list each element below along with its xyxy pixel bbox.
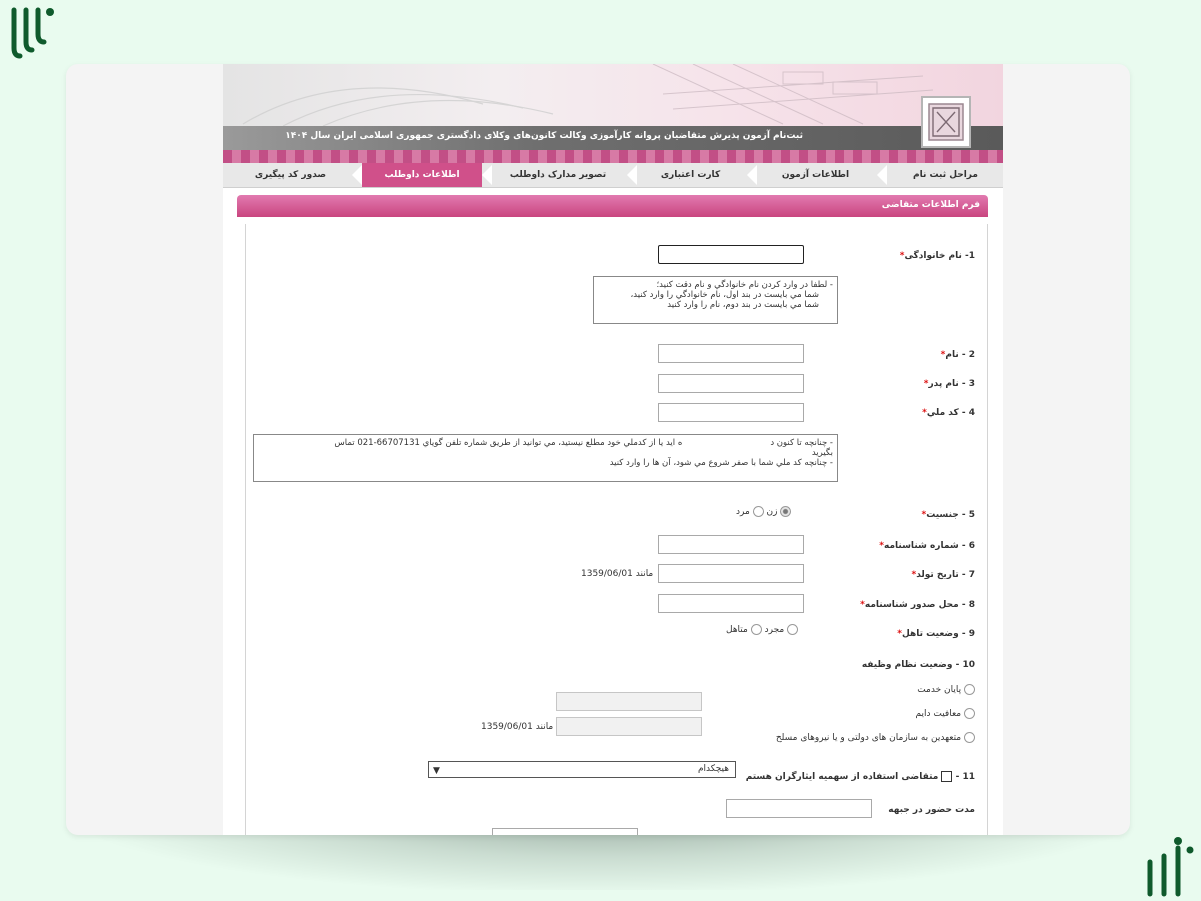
- nav-step-5-active[interactable]: اطلاعات داوطلب: [362, 163, 482, 187]
- field-label-gender: 5 - جنسیت*: [921, 510, 975, 520]
- marital-single-radio[interactable]: [787, 624, 799, 635]
- family-note: - لطفا در وارد کردن نام خانوادگي و نام د…: [593, 276, 838, 324]
- page-title: ثبت‌نام آزمون پذیرش متقاضیان پروانه کارآ…: [285, 131, 803, 141]
- chevron-icon: [352, 165, 362, 185]
- nav-step-3[interactable]: کارت اعتباری: [638, 163, 743, 187]
- national-code-note: - چنانچه تا کنون ده ايد يا از کدملي خود …: [253, 434, 838, 482]
- field-label-id-place: 8 - محل صدور شناسنامه*: [860, 600, 975, 610]
- id-place-input[interactable]: [658, 594, 804, 613]
- chevron-icon: [877, 165, 887, 185]
- name-input[interactable]: [658, 344, 804, 363]
- marital-options: مجرد متاهل: [726, 624, 799, 635]
- national-code-input[interactable]: [658, 403, 804, 422]
- form-area: 1- نام خانوادگی* - لطفا در وارد کردن نام…: [245, 224, 988, 835]
- form-header-title: فرم اطلاعات متقاضی: [881, 200, 980, 210]
- brand-logo-icon: [1147, 837, 1194, 897]
- military-option-2: معافیت دایم: [916, 708, 975, 719]
- screenshot-card: ثبت‌نام آزمون پذیرش متقاضیان پروانه کارآ…: [66, 64, 1130, 835]
- father-name-input[interactable]: [658, 374, 804, 393]
- quota-checkbox[interactable]: [941, 771, 953, 782]
- family-input[interactable]: [658, 245, 804, 264]
- field-label-military: 10 - وضعیت نظام وظیفه: [861, 660, 975, 670]
- decorative-strip: [223, 150, 1003, 163]
- brand-logo-icon: [11, 7, 54, 59]
- browser-page: ثبت‌نام آزمون پذیرش متقاضیان پروانه کارآ…: [223, 64, 1003, 835]
- nav-step-6[interactable]: صدور کد پیگیری: [233, 163, 348, 187]
- quota-select[interactable]: هیچکدام ▼: [428, 761, 736, 778]
- nav-step-4[interactable]: تصویر مدارک داوطلب: [493, 163, 623, 187]
- gender-options: زن مرد: [736, 506, 792, 517]
- chevron-icon: [747, 165, 757, 185]
- gender-male-radio[interactable]: [752, 506, 764, 517]
- field-label-marital: 9 - وضعیت تاهل*: [897, 629, 975, 639]
- military-option-3: متعهدین به سازمان های دولتی و یا نیروهای…: [776, 732, 975, 743]
- birth-date-input[interactable]: [658, 564, 804, 583]
- military-committed-radio[interactable]: [964, 732, 975, 743]
- military-option-1: پایان خدمت: [917, 684, 975, 695]
- id-number-input[interactable]: [658, 535, 804, 554]
- birth-date-hint: مانند 1359/06/01: [581, 569, 654, 579]
- chevron-down-icon: ▼: [433, 766, 440, 776]
- military-date-hint: مانند 1359/06/01: [481, 722, 554, 732]
- military-end-date-input[interactable]: [556, 692, 702, 711]
- step-nav: مراحل ثبت نام اطلاعات آزمون کارت اعتباری…: [223, 163, 1003, 188]
- emblem-icon: [928, 103, 964, 141]
- next-field-input[interactable]: [492, 828, 638, 835]
- military-complete-radio[interactable]: [964, 684, 975, 695]
- field-label-family: 1- نام خانوادگی*: [899, 251, 975, 261]
- field-label-father: 3 - نام پدر*: [923, 379, 975, 389]
- field-label-id-number: 6 - شماره شناسنامه*: [879, 541, 975, 551]
- nav-step-2[interactable]: اطلاعات آزمون: [758, 163, 873, 187]
- military-exempt-date-input[interactable]: [556, 717, 702, 736]
- emblem-logo: [921, 96, 971, 148]
- field-label-national-code: 4 - کد ملي*: [922, 408, 975, 418]
- gender-female-radio[interactable]: [780, 506, 792, 517]
- field-label-quota: 11 - متقاضی استفاده از سهمیه ایثارگران ه…: [745, 771, 975, 782]
- marital-married-radio[interactable]: [750, 624, 762, 635]
- field-label-name: 2 - نام*: [940, 350, 975, 360]
- field-label-birth-date: 7 - تاریخ تولد*: [911, 570, 975, 580]
- front-duration-input[interactable]: [726, 799, 872, 818]
- field-label-front-duration: مدت حضور در جبهه: [888, 805, 975, 815]
- nav-step-1[interactable]: مراحل ثبت نام: [888, 163, 1003, 187]
- military-exempt-radio[interactable]: [964, 708, 975, 719]
- chevron-icon: [627, 165, 637, 185]
- chevron-icon: [482, 165, 492, 185]
- form-header: فرم اطلاعات متقاضی: [237, 195, 988, 217]
